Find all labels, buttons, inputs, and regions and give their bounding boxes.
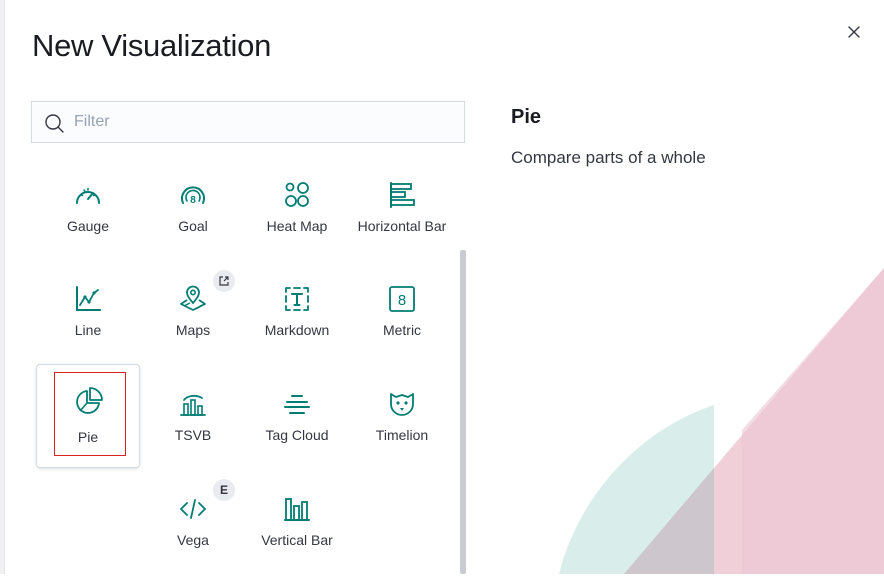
vega-code-icon [180, 499, 206, 519]
vis-type-label: Gauge [66, 218, 110, 234]
vis-type-label: Pie [77, 429, 99, 445]
tag-cloud-icon [284, 395, 310, 414]
horizontal-bar-icon [390, 182, 415, 208]
line-chart-icon [76, 286, 101, 311]
gauge-icon [76, 187, 100, 204]
timelion-icon [390, 393, 414, 416]
filter-input[interactable] [74, 102, 454, 142]
dialog-title: New Visualization [32, 28, 272, 63]
external-link-badge [213, 270, 235, 292]
vis-type-label: Heat Map [266, 218, 328, 234]
vis-type-label: Vertical Bar [261, 532, 333, 548]
svg-text:8: 8 [398, 292, 406, 309]
close-icon [848, 26, 860, 38]
goal-icon: 8 [181, 186, 205, 206]
description-title: Pie [511, 106, 542, 128]
vis-type-markdown[interactable]: Markdown [245, 267, 349, 371]
vis-type-timelion[interactable]: Timelion [350, 372, 454, 476]
maps-icon [180, 285, 206, 311]
vis-type-pie[interactable]: Pie [36, 364, 140, 468]
external-link-icon [219, 276, 229, 286]
search-icon [45, 114, 64, 133]
heatmap-icon [285, 182, 309, 207]
vis-type-gauge[interactable]: Gauge [36, 163, 140, 267]
scrollbar[interactable] [460, 250, 466, 574]
tsvb-icon [180, 394, 206, 416]
close-button[interactable] [842, 20, 866, 44]
metric-icon: 8 [389, 286, 415, 312]
vis-type-label: Metric [382, 322, 422, 338]
vis-type-label: Vega [177, 532, 209, 548]
vis-type-label: Horizontal Bar [357, 218, 447, 234]
pie-icon [76, 387, 103, 414]
new-visualization-dialog: New Visualization Gauge 8 Goal [4, 0, 884, 574]
filter-search-box [31, 101, 465, 143]
vis-type-line[interactable]: Line [36, 267, 140, 371]
vis-type-label: Line [74, 322, 102, 338]
vis-type-horizontal-bar[interactable]: Horizontal Bar [350, 163, 454, 267]
markdown-icon [285, 287, 309, 311]
illustration-pink-band [742, 268, 884, 574]
vis-type-label: Goal [178, 218, 208, 234]
vis-type-heat-map[interactable]: Heat Map [245, 163, 349, 267]
vis-type-label: TSVB [174, 427, 212, 443]
vis-type-metric[interactable]: 8 Metric [350, 267, 454, 371]
vis-type-vega[interactable]: Vega E [141, 477, 245, 581]
vis-type-label: Timelion [375, 427, 429, 443]
vis-type-tsvb[interactable]: TSVB [141, 372, 245, 476]
vis-type-tag-cloud[interactable]: Tag Cloud [245, 372, 349, 476]
vertical-bar-icon [284, 498, 310, 521]
description-text: Compare parts of a whole [511, 148, 706, 167]
experimental-badge: E [213, 479, 235, 501]
vis-type-vertical-bar[interactable]: Vertical Bar [245, 477, 349, 581]
svg-text:8: 8 [190, 195, 196, 206]
vis-type-maps[interactable]: Maps [141, 267, 245, 371]
vis-type-label: Tag Cloud [265, 427, 329, 443]
vis-type-label: Markdown [264, 322, 330, 338]
vis-type-label: Maps [175, 322, 211, 338]
vis-type-goal[interactable]: 8 Goal [141, 163, 245, 267]
